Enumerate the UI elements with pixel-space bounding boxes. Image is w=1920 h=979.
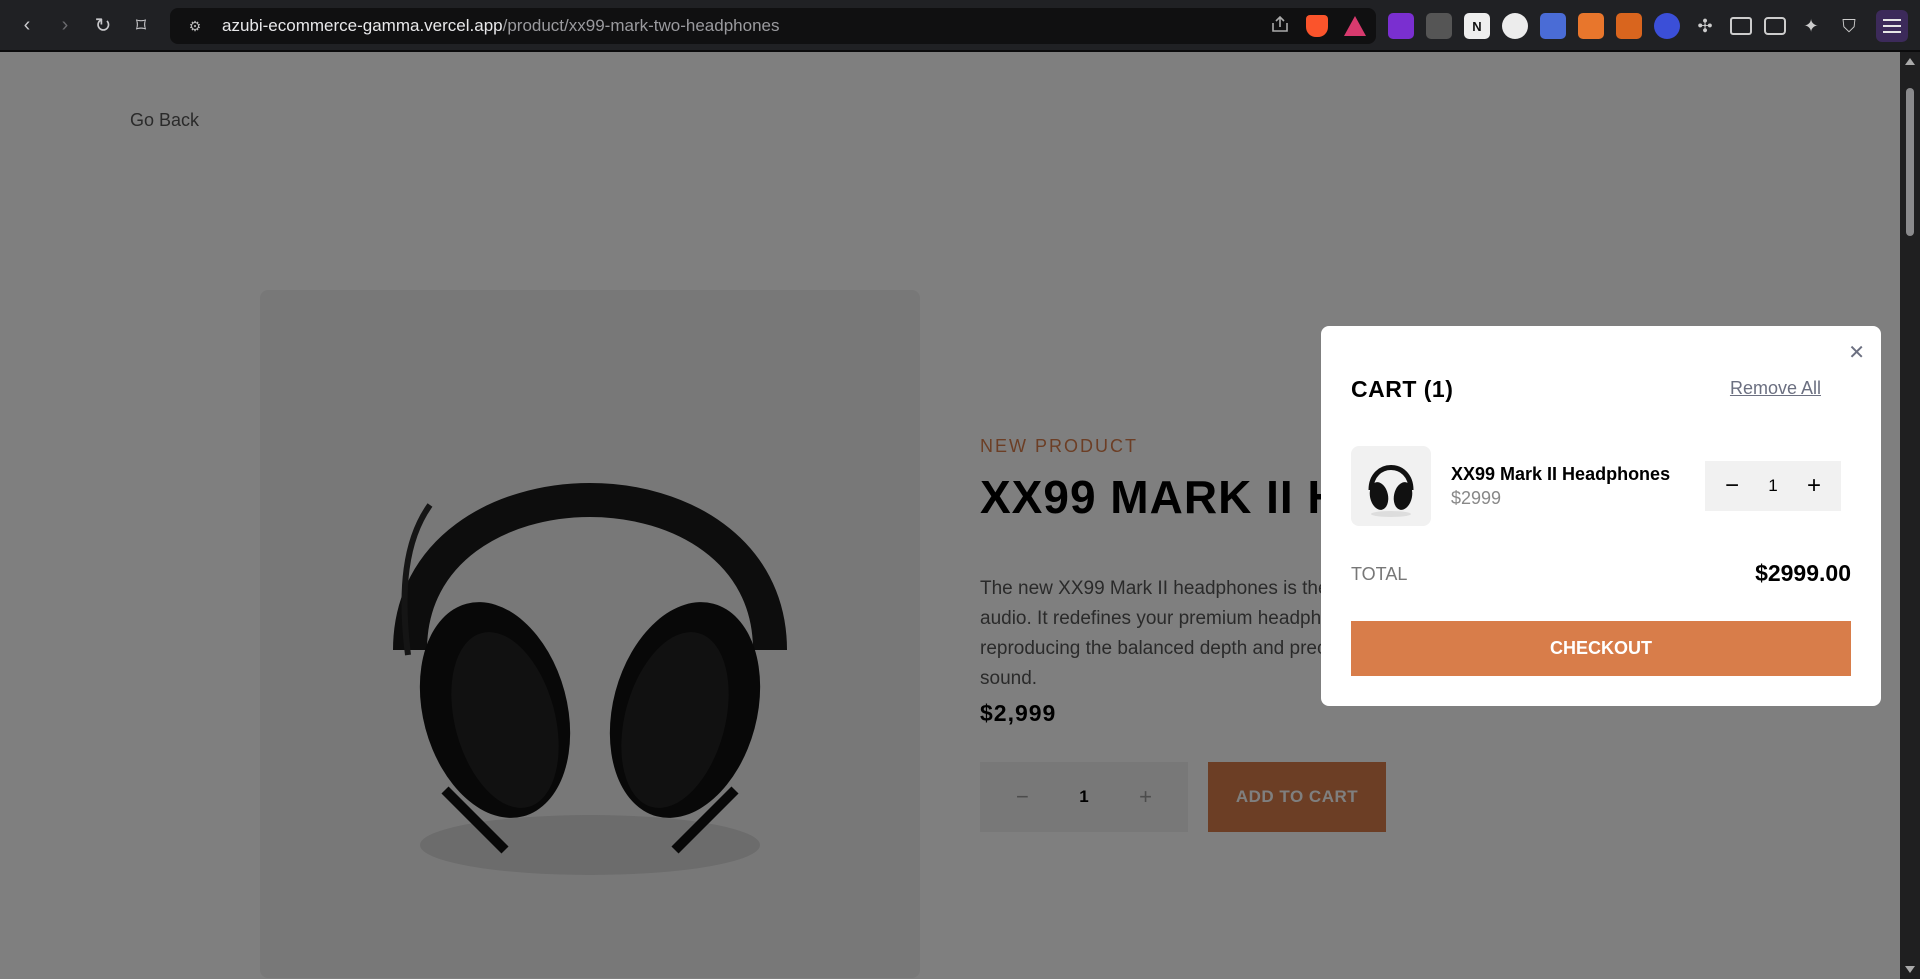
address-bar[interactable]: ⚙ azubi-ecommerce-gamma.vercel.app/produ… bbox=[170, 8, 1376, 44]
cart-increase-button[interactable]: + bbox=[1807, 472, 1821, 500]
cart-item-price: $2999 bbox=[1451, 488, 1502, 508]
cart-title: CART (1) bbox=[1351, 376, 1454, 402]
notion-icon[interactable]: N bbox=[1464, 13, 1490, 39]
bookmark-icon[interactable]: ⌑ bbox=[124, 8, 158, 42]
browser-menu-icon[interactable] bbox=[1876, 10, 1908, 42]
extension-8-icon[interactable] bbox=[1654, 13, 1680, 39]
extension-2-icon[interactable] bbox=[1426, 13, 1452, 39]
openai-icon[interactable] bbox=[1502, 13, 1528, 39]
wallet-icon[interactable] bbox=[1764, 17, 1786, 35]
forward-icon[interactable]: › bbox=[48, 8, 82, 42]
url-host: azubi-ecommerce-gamma.vercel.app bbox=[222, 16, 503, 35]
cart-decrease-button[interactable]: − bbox=[1725, 472, 1739, 500]
scroll-up-icon[interactable] bbox=[1905, 58, 1915, 65]
leo-ai-icon[interactable]: ✦ bbox=[1798, 13, 1824, 39]
page-scrollbar[interactable] bbox=[1900, 52, 1920, 979]
sidebar-toggle-icon[interactable] bbox=[1730, 17, 1752, 35]
remove-all-button[interactable]: Remove All bbox=[1730, 378, 1821, 399]
share-icon[interactable] bbox=[1270, 15, 1290, 38]
cart-quantity-stepper: − 1 + bbox=[1705, 461, 1841, 511]
scroll-down-icon[interactable] bbox=[1905, 966, 1915, 973]
extensions-puzzle-icon[interactable]: ✣ bbox=[1692, 13, 1718, 39]
address-bar-actions bbox=[1270, 8, 1366, 44]
extension-5-icon[interactable] bbox=[1540, 13, 1566, 39]
total-label: TOTAL bbox=[1351, 564, 1408, 584]
reload-icon[interactable]: ↻ bbox=[86, 8, 120, 42]
cart-quantity-value: 1 bbox=[1768, 476, 1778, 495]
site-settings-icon[interactable]: ⚙ bbox=[184, 18, 206, 35]
brave-rewards-icon[interactable] bbox=[1344, 16, 1366, 36]
cart-item-image bbox=[1351, 446, 1431, 526]
scroll-thumb[interactable] bbox=[1906, 88, 1914, 236]
brave-shields-icon[interactable] bbox=[1306, 15, 1328, 37]
url-text[interactable]: azubi-ecommerce-gamma.vercel.app/product… bbox=[222, 16, 779, 36]
metamask-icon[interactable] bbox=[1578, 13, 1604, 39]
browser-toolbar: ‹ › ↻ ⌑ ⚙ azubi-ecommerce-gamma.vercel.a… bbox=[0, 0, 1920, 52]
cart-modal: ✕ CART (1) Remove All XX99 Mark II Headp… bbox=[1321, 326, 1881, 706]
checkout-button[interactable]: CHECKOUT bbox=[1351, 621, 1851, 676]
extension-1-icon[interactable] bbox=[1388, 13, 1414, 39]
close-icon[interactable]: ✕ bbox=[1848, 340, 1865, 365]
vpn-icon[interactable]: ⛉ bbox=[1836, 13, 1862, 39]
extension-7-icon[interactable] bbox=[1616, 13, 1642, 39]
back-icon[interactable]: ‹ bbox=[10, 8, 44, 42]
total-value: $2999.00 bbox=[1755, 560, 1851, 586]
url-path: /product/xx99-mark-two-headphones bbox=[502, 16, 780, 35]
extensions-bar: N ✣ ✦ ⛉ bbox=[1388, 10, 1862, 42]
cart-item-name: XX99 Mark II Headphones bbox=[1451, 464, 1671, 484]
